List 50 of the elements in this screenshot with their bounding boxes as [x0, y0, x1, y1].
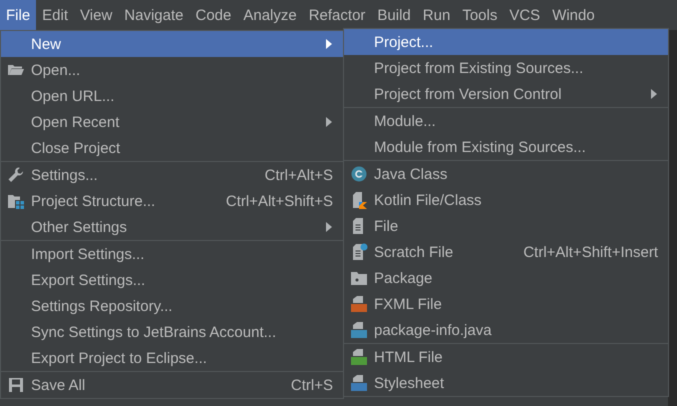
menu-item[interactable]: Module from Existing Sources...: [344, 134, 668, 160]
menu-item[interactable]: Settings... Ctrl+Alt+S: [1, 162, 343, 188]
menu-item[interactable]: Stylesheet: [344, 370, 668, 396]
menu-item[interactable]: Project from Version Control: [344, 81, 668, 107]
menu-item[interactable]: FXML File: [344, 291, 668, 317]
menu-item[interactable]: Settings Repository...: [1, 293, 343, 319]
menu-item[interactable]: New: [1, 31, 343, 57]
class-icon: [350, 165, 368, 183]
html-file-icon: [350, 348, 368, 366]
scratch-file-icon: [350, 243, 368, 261]
menu-item[interactable]: Import Settings...: [1, 241, 343, 267]
menu-item[interactable]: Open...: [1, 57, 343, 83]
java-file-icon: [350, 321, 368, 339]
menu-item[interactable]: Package: [344, 265, 668, 291]
menu-item[interactable]: HTML File: [344, 344, 668, 370]
menu-item[interactable]: Java Class: [344, 161, 668, 187]
menu-bar-item[interactable]: Windo: [546, 0, 601, 30]
menu-item[interactable]: Sync Settings to JetBrains Account...: [1, 319, 343, 345]
menu-item[interactable]: Open URL...: [1, 83, 343, 109]
menu-item[interactable]: Scratch File Ctrl+Alt+Shift+Insert: [344, 239, 668, 265]
kotlin-file-icon: [350, 191, 368, 209]
menu-bar-item[interactable]: Refactor: [302, 0, 372, 30]
menu-item[interactable]: Other Settings: [1, 214, 343, 240]
menu-item[interactable]: Kotlin File/Class: [344, 187, 668, 213]
menu-item[interactable]: File: [344, 213, 668, 239]
wrench-icon: [7, 166, 25, 184]
menu-bar-item[interactable]: VCS: [503, 0, 546, 30]
menu-item[interactable]: Project from Existing Sources...: [344, 55, 668, 81]
menu-bar-item[interactable]: Navigate: [118, 0, 190, 30]
menu-bar-item[interactable]: Edit: [36, 0, 74, 30]
menu-item[interactable]: Module...: [344, 108, 668, 134]
menu-item[interactable]: Export Settings...: [1, 267, 343, 293]
menu-item[interactable]: Export Project to Eclipse...: [1, 345, 343, 371]
menu-bar-item[interactable]: Analyze: [237, 0, 303, 30]
menu-bar-item[interactable]: Run: [416, 0, 456, 30]
menu-bar-item[interactable]: Code: [189, 0, 238, 30]
menu-bar-item[interactable]: Build: [371, 0, 417, 30]
menu-item[interactable]: Project...: [344, 29, 668, 55]
menu-item[interactable]: Open Recent: [1, 109, 343, 135]
menu-bar-item[interactable]: File: [0, 0, 36, 30]
menu-bar-item[interactable]: Tools: [456, 0, 504, 30]
menu-item[interactable]: Close Project: [1, 135, 343, 161]
menu-item[interactable]: Save All Ctrl+S: [1, 372, 343, 398]
package-folder-icon: [350, 269, 368, 287]
css-file-icon: [350, 374, 368, 392]
menu-item[interactable]: package-info.java: [344, 317, 668, 343]
folder-grid-icon: [7, 192, 25, 210]
fxml-file-icon: [350, 295, 368, 313]
menu-item[interactable]: Project Structure... Ctrl+Alt+Shift+S: [1, 188, 343, 214]
menu-bar-item[interactable]: View: [74, 0, 118, 30]
